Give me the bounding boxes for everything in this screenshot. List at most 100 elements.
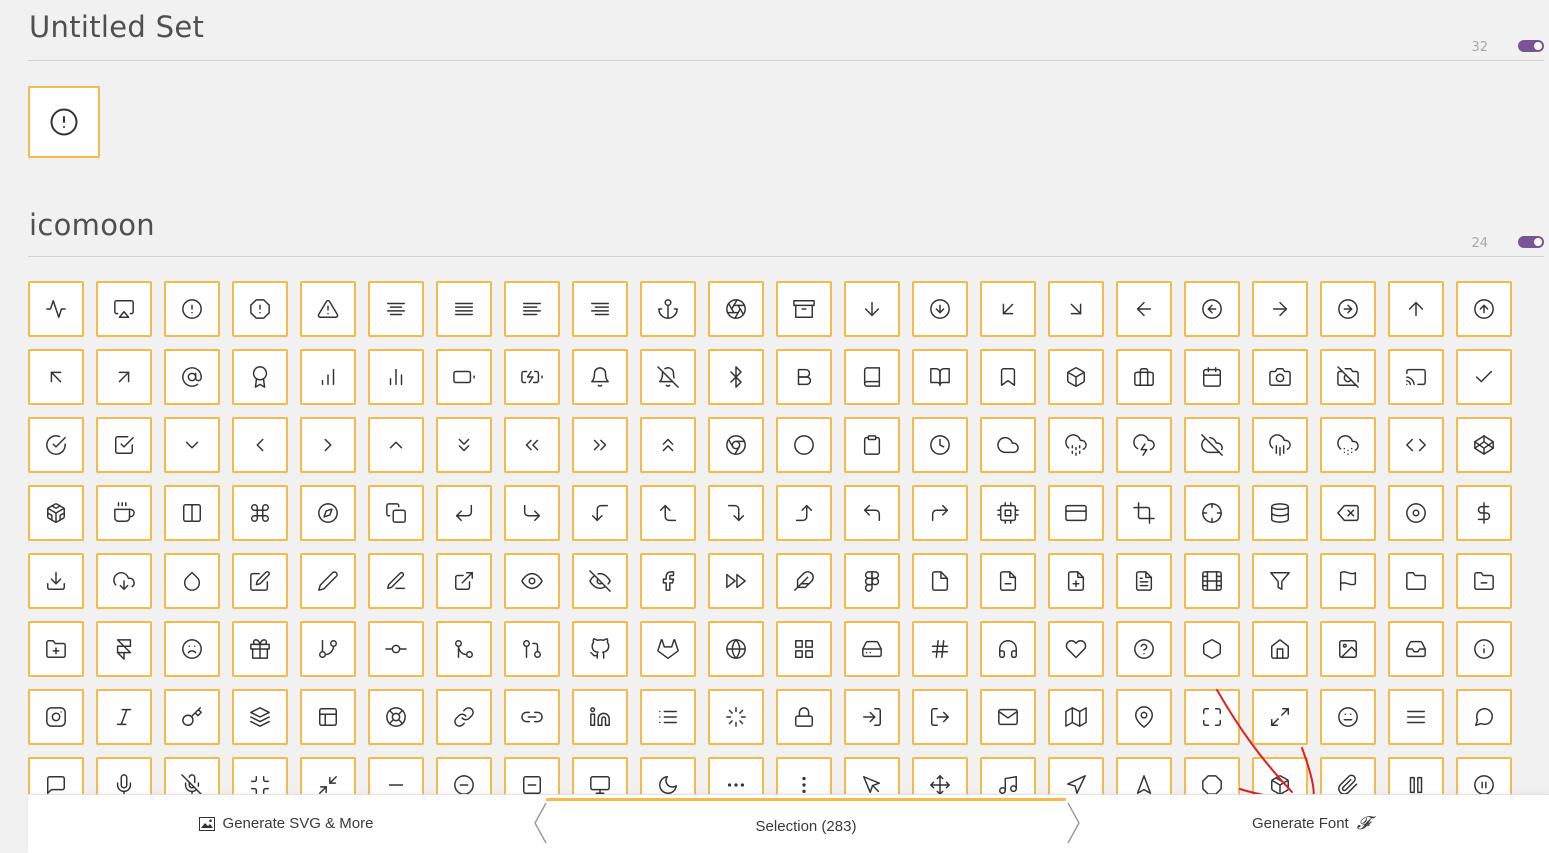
icon-tile-frown[interactable]: [164, 621, 220, 677]
icon-tile-edit-2[interactable]: [300, 553, 356, 609]
icon-tile-corner-down-left[interactable]: [436, 485, 492, 541]
icon-tile-loader[interactable]: [708, 689, 764, 745]
icon-tile-alert-circle[interactable]: [28, 86, 100, 158]
icon-tile-check[interactable]: [1456, 349, 1512, 405]
icon-tile-award[interactable]: [232, 349, 288, 405]
icon-tile-droplet[interactable]: [164, 553, 220, 609]
icon-tile-file-plus[interactable]: [1048, 553, 1104, 609]
icon-tile-arrow-left-circle[interactable]: [1184, 281, 1240, 337]
icon-tile-figma[interactable]: [844, 553, 900, 609]
icon-tile-italic[interactable]: [96, 689, 152, 745]
icon-tile-alert-circle[interactable]: [164, 281, 220, 337]
set-toggle[interactable]: [1518, 40, 1544, 52]
icon-tile-edit[interactable]: [232, 553, 288, 609]
icon-tile-folder-minus[interactable]: [1456, 553, 1512, 609]
icon-tile-bell-off[interactable]: [640, 349, 696, 405]
icon-tile-filter[interactable]: [1252, 553, 1308, 609]
icon-tile-home[interactable]: [1252, 621, 1308, 677]
icon-tile-git-commit[interactable]: [368, 621, 424, 677]
icon-tile-file-text[interactable]: [1116, 553, 1172, 609]
icon-tile-arrow-up[interactable]: [1388, 281, 1444, 337]
icon-tile-log-in[interactable]: [844, 689, 900, 745]
set-title[interactable]: icomoon: [29, 208, 155, 242]
icon-tile-log-out[interactable]: [912, 689, 968, 745]
icon-tile-anchor[interactable]: [640, 281, 696, 337]
icon-tile-hexagon[interactable]: [1184, 621, 1240, 677]
icon-tile-message-circle[interactable]: [1456, 689, 1512, 745]
icon-tile-check-square[interactable]: [96, 417, 152, 473]
icon-tile-book-open[interactable]: [912, 349, 968, 405]
icon-tile-corner-left-down[interactable]: [572, 485, 628, 541]
icon-tile-link[interactable]: [436, 689, 492, 745]
icon-tile-crop[interactable]: [1116, 485, 1172, 541]
icon-tile-arrow-right-circle[interactable]: [1320, 281, 1376, 337]
icon-tile-flag[interactable]: [1320, 553, 1376, 609]
icon-tile-bookmark[interactable]: [980, 349, 1036, 405]
icon-tile-clock[interactable]: [912, 417, 968, 473]
icon-tile-layout[interactable]: [300, 689, 356, 745]
icon-tile-maximize-2[interactable]: [1252, 689, 1308, 745]
icon-tile-check-circle[interactable]: [28, 417, 84, 473]
icon-tile-calendar[interactable]: [1184, 349, 1240, 405]
icon-tile-code[interactable]: [1388, 417, 1444, 473]
icon-tile-folder-plus[interactable]: [28, 621, 84, 677]
icon-tile-git-branch[interactable]: [300, 621, 356, 677]
icon-tile-arrow-up-circle[interactable]: [1456, 281, 1512, 337]
icon-tile-chevron-right[interactable]: [300, 417, 356, 473]
set-toggle[interactable]: [1518, 236, 1544, 248]
icon-tile-arrow-up-left[interactable]: [28, 349, 84, 405]
icon-tile-bar-chart[interactable]: [300, 349, 356, 405]
icon-tile-delete[interactable]: [1320, 485, 1376, 541]
icon-tile-disc[interactable]: [1388, 485, 1444, 541]
icon-tile-corner-up-right[interactable]: [912, 485, 968, 541]
icon-tile-at-sign[interactable]: [164, 349, 220, 405]
icon-tile-aperture[interactable]: [708, 281, 764, 337]
icon-tile-maximize[interactable]: [1184, 689, 1240, 745]
generate-svg-button[interactable]: Generate SVG & More: [28, 795, 544, 852]
icon-tile-link-2[interactable]: [504, 689, 560, 745]
icon-tile-cloud-off[interactable]: [1184, 417, 1240, 473]
icon-tile-bluetooth[interactable]: [708, 349, 764, 405]
icon-tile-bold[interactable]: [776, 349, 832, 405]
icon-tile-eye[interactable]: [504, 553, 560, 609]
icon-tile-instagram[interactable]: [28, 689, 84, 745]
icon-tile-mail[interactable]: [980, 689, 1036, 745]
icon-tile-git-merge[interactable]: [436, 621, 492, 677]
icon-tile-file[interactable]: [912, 553, 968, 609]
icon-tile-arrow-up-right[interactable]: [96, 349, 152, 405]
icon-tile-coffee[interactable]: [96, 485, 152, 541]
icon-tile-command[interactable]: [232, 485, 288, 541]
icon-tile-chevron-up[interactable]: [368, 417, 424, 473]
icon-tile-heart[interactable]: [1048, 621, 1104, 677]
icon-tile-chevrons-up[interactable]: [640, 417, 696, 473]
icon-tile-corner-up-left[interactable]: [844, 485, 900, 541]
icon-tile-image[interactable]: [1320, 621, 1376, 677]
icon-tile-edit-3[interactable]: [368, 553, 424, 609]
icon-tile-map-pin[interactable]: [1116, 689, 1172, 745]
icon-tile-chevron-left[interactable]: [232, 417, 288, 473]
icon-tile-facebook[interactable]: [640, 553, 696, 609]
icon-tile-database[interactable]: [1252, 485, 1308, 541]
icon-tile-align-center[interactable]: [368, 281, 424, 337]
icon-tile-arrow-down-left[interactable]: [980, 281, 1036, 337]
icon-tile-dollar-sign[interactable]: [1456, 485, 1512, 541]
icon-tile-corner-down-right[interactable]: [504, 485, 560, 541]
icon-tile-camera[interactable]: [1252, 349, 1308, 405]
icon-tile-lock[interactable]: [776, 689, 832, 745]
icon-tile-cloud-lightning[interactable]: [1116, 417, 1172, 473]
icon-tile-arrow-down[interactable]: [844, 281, 900, 337]
icon-tile-grid[interactable]: [776, 621, 832, 677]
icon-tile-chevron-down[interactable]: [164, 417, 220, 473]
icon-tile-download-cloud[interactable]: [96, 553, 152, 609]
icon-tile-life-buoy[interactable]: [368, 689, 424, 745]
icon-tile-corner-right-up[interactable]: [776, 485, 832, 541]
icon-tile-external-link[interactable]: [436, 553, 492, 609]
icon-tile-layers[interactable]: [232, 689, 288, 745]
icon-tile-crosshair[interactable]: [1184, 485, 1240, 541]
icon-tile-cloud[interactable]: [980, 417, 1036, 473]
icon-tile-bell[interactable]: [572, 349, 628, 405]
icon-tile-camera-off[interactable]: [1320, 349, 1376, 405]
icon-tile-inbox[interactable]: [1388, 621, 1444, 677]
icon-tile-headphones[interactable]: [980, 621, 1036, 677]
icon-tile-briefcase[interactable]: [1116, 349, 1172, 405]
